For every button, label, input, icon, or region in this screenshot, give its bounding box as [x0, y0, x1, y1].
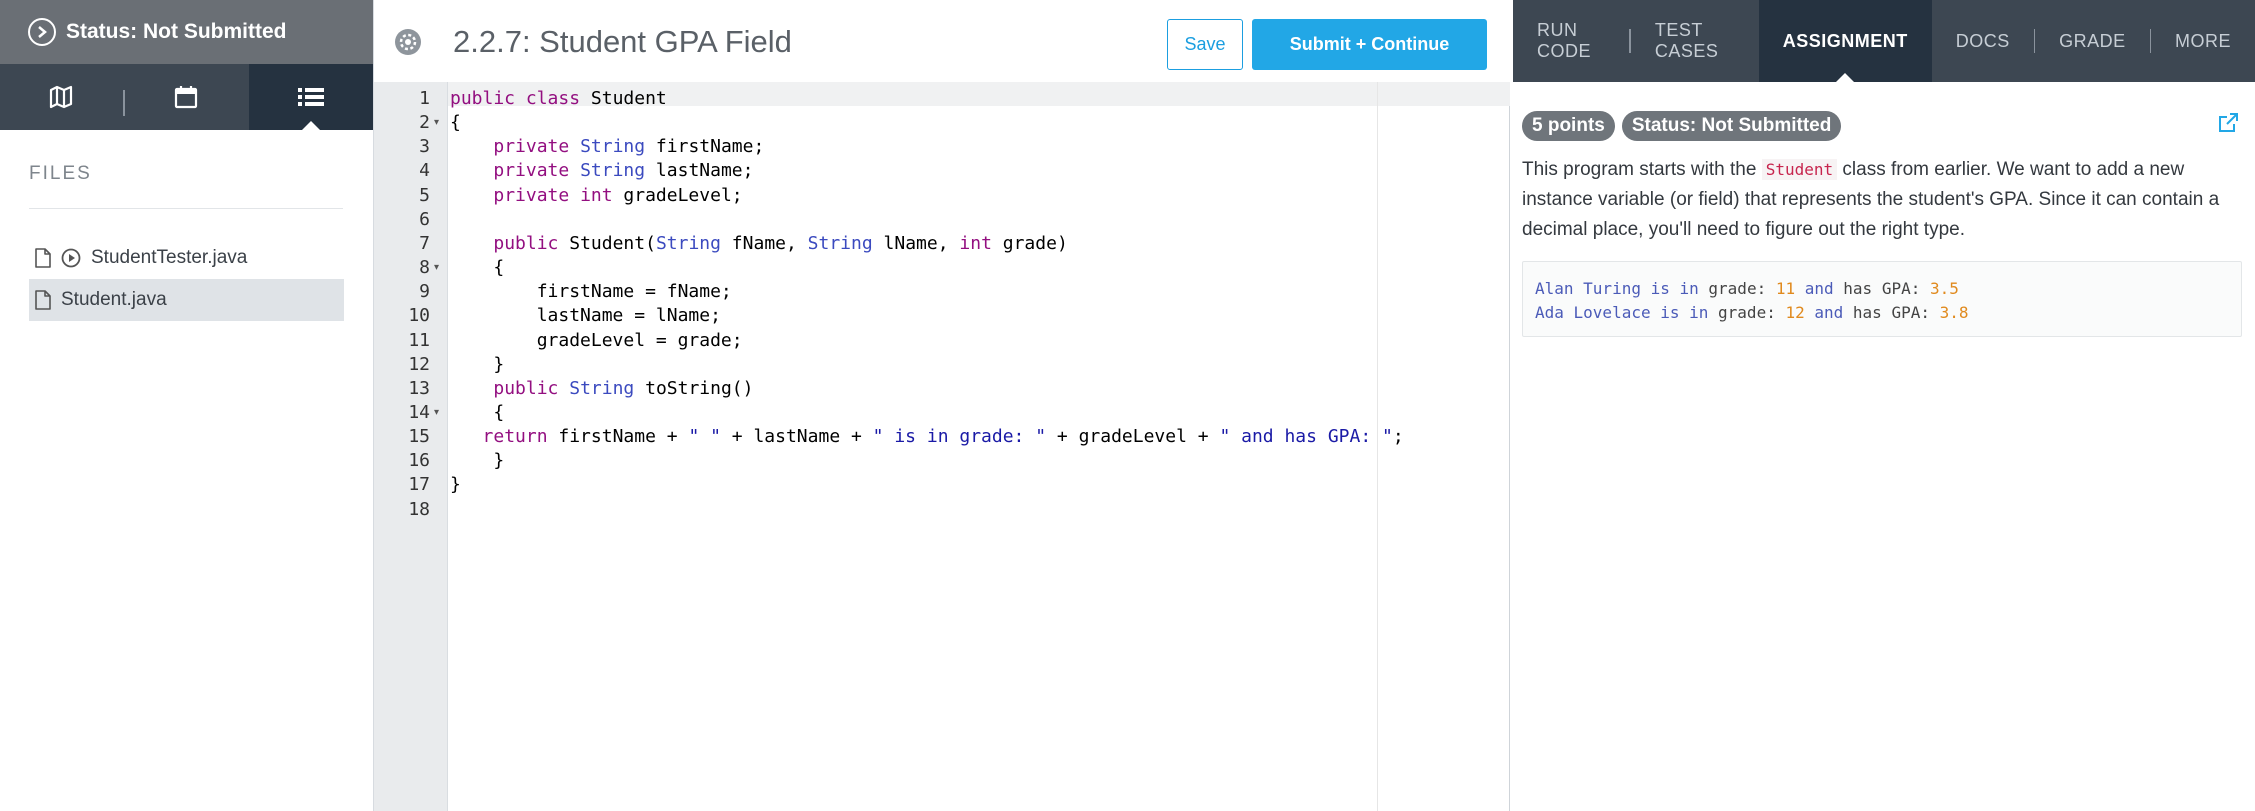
code-line: private String firstName; [493, 136, 765, 158]
left-sidebar: Status: Not Submitted FILES StudentTeste… [0, 0, 374, 811]
tab-docs[interactable]: DOCS [1932, 0, 2034, 82]
nav-tab-map[interactable] [0, 64, 126, 130]
save-button[interactable]: Save [1167, 19, 1243, 70]
code-line: { [450, 257, 505, 279]
line-number: 16 [408, 450, 430, 472]
right-tab-bar: RUN CODE TEST CASES ASSIGNMENT DOCS GRAD… [1513, 0, 2255, 82]
line-number: 2 [419, 112, 430, 134]
divider [29, 208, 343, 209]
line-number: 13 [408, 377, 430, 399]
line-number: 10 [408, 305, 430, 327]
code-line: lastName = lName; [450, 305, 721, 327]
tab-grade[interactable]: GRADE [2035, 0, 2150, 82]
external-link-icon[interactable] [2217, 112, 2239, 134]
inline-code: Student [1761, 159, 1838, 180]
fold-arrow-icon[interactable]: ▾ [434, 111, 444, 135]
tab-more[interactable]: MORE [2151, 0, 2255, 82]
file-icon [35, 290, 51, 310]
code-line: private String lastName; [493, 160, 754, 182]
editor-header: 2.2.7: Student GPA Field Save Submit + C… [374, 0, 1510, 82]
submit-continue-button[interactable]: Submit + Continue [1252, 19, 1487, 70]
play-circle-icon [61, 248, 81, 268]
line-number: 14 [408, 401, 430, 423]
right-panel: RUN CODE TEST CASES ASSIGNMENT DOCS GRAD… [1513, 0, 2255, 811]
code-line: public class Student [450, 88, 667, 109]
line-number: 8 [419, 257, 430, 279]
fold-arrow-icon[interactable]: ▾ [434, 401, 444, 425]
code-line: private int gradeLevel; [493, 184, 743, 206]
line-number: 15 [408, 426, 430, 448]
file-item-student[interactable]: Student.java [29, 279, 344, 321]
files-heading: FILES [29, 163, 92, 184]
code-line: { [450, 112, 461, 134]
status-bar[interactable]: Status: Not Submitted [0, 0, 373, 64]
map-icon [50, 85, 73, 109]
status-text: Status: Not Submitted [66, 20, 287, 43]
line-number: 1 [419, 88, 430, 109]
line-number: 12 [408, 353, 430, 375]
code-text-area[interactable]: public class Student { private String fir… [448, 82, 1510, 811]
sample-output-line: Ada Lovelace is in grade: 12 and has GPA… [1535, 303, 1969, 322]
sidebar-nav [0, 64, 373, 130]
status-badge: Status: Not Submitted [1621, 111, 1842, 141]
gear-icon[interactable] [394, 28, 422, 56]
code-line: return firstName + " " + lastName + " is… [482, 426, 1404, 448]
nav-tab-calendar[interactable] [124, 64, 248, 130]
assignment-description: This program starts with the Student cla… [1522, 159, 2220, 240]
line-number: 18 [408, 498, 430, 520]
code-editor-panel: 2.2.7: Student GPA Field Save Submit + C… [374, 0, 1510, 811]
sample-output-line: Alan Turing is in grade: 11 and has GPA:… [1535, 279, 1959, 298]
line-number: 3 [419, 136, 430, 158]
code-line: { [450, 401, 505, 423]
sample-output-block: Alan Turing is in grade: 11 and has GPA:… [1522, 261, 2242, 337]
line-number: 11 [408, 329, 430, 351]
badge-row: 5 points Status: Not Submitted [1522, 111, 1848, 141]
fold-arrow-icon[interactable]: ▾ [434, 256, 444, 280]
line-number: 9 [419, 281, 430, 303]
nav-tab-files[interactable] [248, 64, 373, 130]
code-line: } [450, 450, 505, 472]
code-line: } [450, 353, 505, 375]
lesson-title: 2.2.7: Student GPA Field [453, 24, 792, 59]
chevron-right-circle-icon [28, 18, 56, 46]
file-icon [35, 248, 51, 268]
tab-run-code[interactable]: RUN CODE [1513, 0, 1629, 82]
file-name: Student.java [61, 289, 167, 310]
file-item-studenttester[interactable]: StudentTester.java [29, 237, 344, 279]
line-number: 6 [419, 208, 430, 230]
code-line: firstName = fName; [450, 281, 732, 303]
line-number: 17 [408, 474, 430, 496]
code-line: public Student(String fName, String lNam… [493, 232, 1068, 254]
code-line: gradeLevel = grade; [450, 329, 743, 351]
file-list: StudentTester.java Student.java [0, 237, 373, 321]
code-line: } [450, 474, 461, 496]
line-number: 4 [419, 160, 430, 182]
tab-test-cases[interactable]: TEST CASES [1631, 0, 1759, 82]
tab-assignment[interactable]: ASSIGNMENT [1758, 0, 1932, 82]
calendar-icon [175, 86, 198, 109]
points-badge: 5 points [1522, 111, 1615, 141]
file-name: StudentTester.java [91, 247, 248, 268]
line-number: 7 [419, 232, 430, 254]
line-number: 5 [419, 184, 430, 206]
code-line: public String toString() [493, 377, 754, 399]
list-icon [297, 88, 324, 106]
